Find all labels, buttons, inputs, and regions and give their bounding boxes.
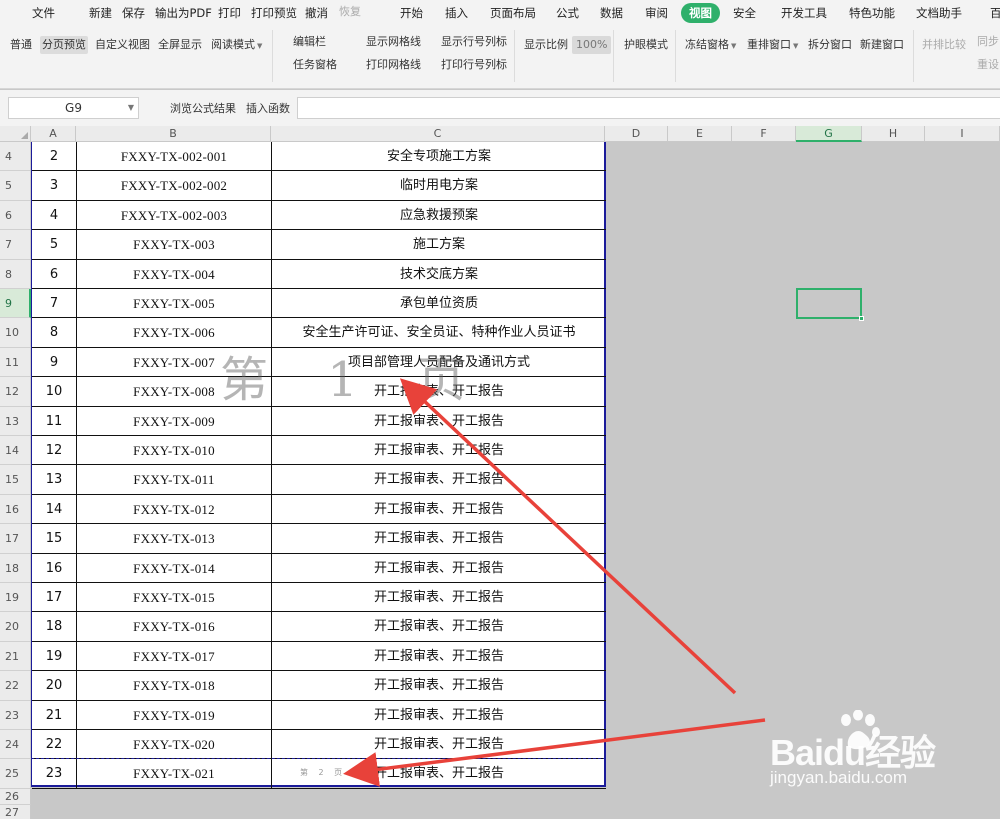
baidu-url-text: jingyan.baidu.com [770, 768, 908, 787]
arrow-to-page-2-label [343, 718, 766, 787]
arrow-to-page-1-watermark [399, 378, 737, 695]
baidu-jingyan-watermark: Baidu经验 jingyan.baidu.com [770, 708, 1000, 788]
annotation-arrows [343, 378, 766, 787]
